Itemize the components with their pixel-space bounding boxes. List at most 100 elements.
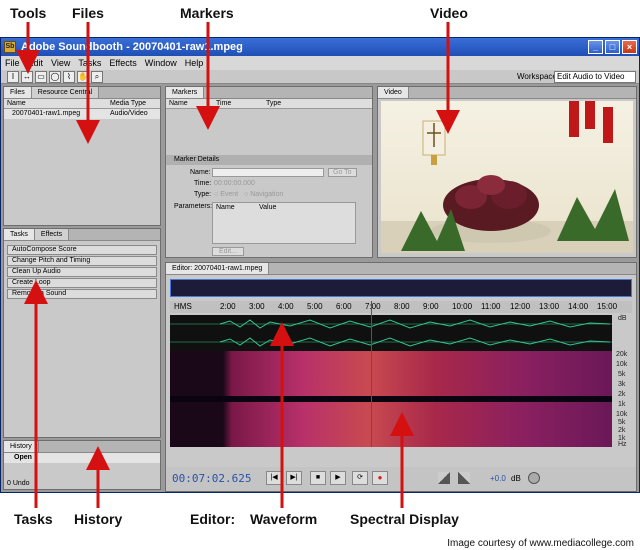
tab-video[interactable]: Video	[378, 87, 409, 98]
video-panel: Video	[377, 86, 637, 258]
tab-editor[interactable]: Editor: 20070401-raw1.mpeg	[166, 263, 270, 274]
markers-col-name[interactable]: Name	[169, 99, 188, 109]
file-row[interactable]: 20070401-raw1.mpeg Audio/Video	[4, 109, 160, 119]
hz-tick: 5k	[618, 419, 626, 426]
waveform-display[interactable]	[170, 315, 612, 351]
hand-icon[interactable]: ✋	[77, 71, 89, 83]
task-clean-up-audio[interactable]: Clean Up Audio	[7, 267, 157, 277]
spectral-display[interactable]	[170, 351, 612, 447]
ruler-start-label: HMS	[174, 302, 192, 311]
ruler-tick: 14:00	[568, 302, 589, 311]
menu-bar: File Edit View Tasks Effects Window Help	[1, 56, 639, 70]
fade-in-icon[interactable]	[438, 472, 450, 484]
marker-type-event-label: Event	[220, 191, 239, 198]
callout-history: History	[74, 511, 123, 527]
marker-params-table[interactable]: Name Value	[212, 202, 356, 244]
hz-tick: 3k	[618, 381, 626, 388]
callout-tools: Tools	[10, 5, 47, 21]
menu-view[interactable]: View	[51, 56, 70, 70]
callout-files: Files	[72, 5, 104, 21]
file-row-name: 20070401-raw1.mpeg	[12, 110, 81, 117]
tab-effects[interactable]: Effects	[34, 229, 70, 240]
menu-file[interactable]: File	[5, 56, 20, 70]
title-bar: Sb Adobe Soundbooth - 20070401-raw1.mpeg…	[1, 38, 639, 56]
marker-params-label: Parameters:	[174, 203, 213, 210]
markers-col-type[interactable]: Type	[266, 99, 281, 109]
hz-tick: 10k	[616, 411, 628, 418]
volume-value[interactable]: +0.0	[490, 474, 506, 483]
text-cursor-icon[interactable]: I	[7, 71, 19, 83]
menu-effects[interactable]: Effects	[109, 56, 136, 70]
fade-out-icon[interactable]	[458, 472, 470, 484]
loop-button[interactable]: ⟳	[352, 471, 368, 485]
video-scene-graphic	[381, 101, 633, 253]
callout-tasks: Tasks	[14, 511, 53, 527]
task-create-loop[interactable]: Create Loop	[7, 278, 157, 288]
time-selection-icon[interactable]: ↔	[21, 71, 33, 83]
tab-tasks[interactable]: Tasks	[4, 229, 35, 240]
tab-resource-central[interactable]: Resource Central	[31, 87, 100, 98]
spectral-channel-divider	[170, 396, 612, 402]
menu-tasks[interactable]: Tasks	[78, 56, 101, 70]
params-col-value: Value	[259, 204, 277, 211]
tools-bar: I ↔ ▭ ◯ ⌇ ✋ ⌕ Workspace: Edit Audio to V…	[1, 70, 639, 84]
record-button[interactable]: ●	[372, 471, 388, 485]
zoom-icon[interactable]: ⌕	[91, 71, 103, 83]
marker-name-input[interactable]	[212, 168, 324, 177]
hz-tick: 20k	[616, 351, 628, 358]
task-change-pitch[interactable]: Change Pitch and Timing	[7, 256, 157, 266]
marker-type-navigation-radio[interactable]: ○ Navigation	[244, 191, 283, 198]
tasks-panel: Tasks Effects AutoCompose Score Change P…	[3, 228, 161, 438]
marquee-icon[interactable]: ▭	[35, 71, 47, 83]
time-ruler[interactable]: HMS 2:00 3:00 4:00 5:00 6:00 7:00 8:00 9…	[170, 301, 632, 313]
tab-files[interactable]: Files	[4, 87, 32, 98]
db-label: dB	[618, 315, 627, 322]
callout-video: Video	[430, 5, 468, 21]
stop-button[interactable]: ■	[310, 471, 326, 485]
maximize-button[interactable]: □	[605, 40, 620, 54]
minimize-button[interactable]: _	[588, 40, 603, 54]
ruler-tick: 2:00	[220, 302, 236, 311]
file-row-type: Audio/Video	[110, 110, 148, 117]
lasso-icon[interactable]: ◯	[49, 71, 61, 83]
ruler-tick: 10:00	[452, 302, 473, 311]
frequency-scale: dB 20k 10k 5k 3k 2k 1k 10k 5k 2k 1k Hz	[616, 315, 634, 448]
marker-time-label: Time:	[194, 180, 212, 187]
marker-name-label: Name:	[190, 169, 211, 176]
files-col-type[interactable]: Media Type	[110, 99, 146, 109]
ruler-tick: 13:00	[539, 302, 560, 311]
current-timecode[interactable]: 00:07:02.625	[172, 472, 251, 485]
tab-history[interactable]: History	[4, 441, 39, 452]
marker-edit-button[interactable]: Edit...	[212, 247, 244, 256]
marker-goto-button[interactable]: Go To	[328, 168, 357, 177]
menu-edit[interactable]: Edit	[28, 56, 44, 70]
hz-tick: 5k	[618, 371, 626, 378]
task-autocompose-score[interactable]: AutoCompose Score	[7, 245, 157, 255]
overview-timeline[interactable]	[170, 279, 632, 297]
task-remove-sound[interactable]: Remove a Sound	[7, 289, 157, 299]
markers-panel: Markers Name Time Type Marker Details Na…	[165, 86, 373, 258]
marker-details-header: Marker Details	[166, 155, 372, 165]
workspace-select[interactable]: Edit Audio to Video	[554, 71, 636, 83]
marker-type-event-radio[interactable]: ○ Event	[214, 191, 238, 198]
callout-spectral: Spectral Display	[350, 511, 459, 527]
menu-window[interactable]: Window	[145, 56, 177, 70]
callout-editor: Editor:	[190, 511, 236, 527]
go-to-start-button[interactable]: |◀	[266, 471, 282, 485]
volume-knob-icon[interactable]	[528, 472, 540, 484]
play-button[interactable]: ▶	[330, 471, 346, 485]
history-item[interactable]: Open	[4, 453, 160, 463]
marker-type-label: Type:	[194, 191, 212, 198]
workspace-label: Workspace:	[517, 72, 560, 81]
go-to-end-button[interactable]: ▶|	[286, 471, 302, 485]
files-col-name[interactable]: Name	[7, 99, 26, 109]
transport-bar: 00:07:02.625 |◀ ▶| ■ ▶ ⟳ ● +0.0 dB	[166, 467, 636, 491]
playhead[interactable]	[371, 301, 372, 447]
tab-markers[interactable]: Markers	[166, 87, 205, 98]
marker-time-value: 00:00:00.000	[214, 180, 255, 187]
markers-col-time[interactable]: Time	[216, 99, 231, 109]
frequency-selection-icon[interactable]: ⌇	[63, 71, 75, 83]
marker-type-navigation-label: Navigation	[250, 191, 284, 198]
menu-help[interactable]: Help	[185, 56, 204, 70]
close-button[interactable]: ×	[622, 40, 637, 54]
